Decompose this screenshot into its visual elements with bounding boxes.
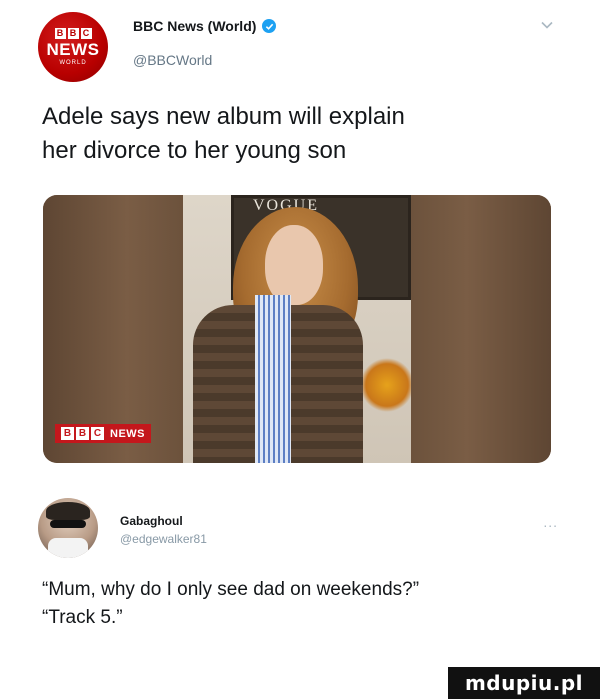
bbc-logo-blocks: B B C xyxy=(54,28,92,39)
watermark-text: mdupiu.pl xyxy=(464,671,584,695)
bbc-logo-block: C xyxy=(80,28,92,39)
avatar-collar xyxy=(48,538,88,558)
reply-avatar[interactable] xyxy=(38,498,98,558)
tweet-text-line: her divorce to her young son xyxy=(42,137,347,164)
blurred-side-panel xyxy=(43,195,183,463)
bbc-logo-block: B xyxy=(67,28,79,39)
watermark-logo: mdupiu.pl xyxy=(448,667,600,699)
badge-label: NEWS xyxy=(110,427,145,440)
avatar-hair xyxy=(46,502,90,520)
striped-shirt-shape xyxy=(255,295,291,463)
adele-photo: VOGUE xyxy=(183,195,411,463)
reply-text-line: “Mum, why do I only see dad on weekends?… xyxy=(42,579,420,600)
face-shape xyxy=(265,225,323,305)
chevron-down-icon[interactable] xyxy=(540,18,554,32)
reply-header: Gabaghoul @edgewalker81 ... xyxy=(38,498,562,562)
more-icon[interactable]: ... xyxy=(543,514,558,530)
avatar-news-word: NEWS xyxy=(46,40,100,59)
tweet-text: Adele says new album will explain her di… xyxy=(42,100,562,168)
avatar-world-word: WORLD xyxy=(59,60,87,66)
badge-logo-block: B xyxy=(76,427,89,440)
tweet-media-image[interactable]: VOGUE B B C NEWS xyxy=(43,195,551,463)
bbc-news-badge: B B C NEWS xyxy=(55,424,151,443)
author-display-name[interactable]: BBC News (World) xyxy=(133,18,256,34)
author-name-row: BBC News (World) xyxy=(133,18,277,34)
reply-text: “Mum, why do I only see dad on weekends?… xyxy=(42,576,582,632)
reply-text-line: “Track 5.” xyxy=(42,607,123,628)
avatar-sunglasses xyxy=(50,520,86,528)
bbc-news-avatar[interactable]: B B C NEWS WORLD xyxy=(38,12,108,82)
tweet-header: B B C NEWS WORLD BBC News (World) @BBCWo… xyxy=(38,12,558,82)
tweet-text-line: Adele says new album will explain xyxy=(42,103,405,130)
reply-display-name[interactable]: Gabaghoul xyxy=(120,514,183,528)
badge-logo-block: B xyxy=(61,427,74,440)
blurred-side-panel xyxy=(411,195,551,463)
author-handle[interactable]: @BBCWorld xyxy=(133,52,212,68)
reply-handle[interactable]: @edgewalker81 xyxy=(120,532,207,546)
flowers-decoration xyxy=(363,355,411,415)
bbc-logo-block: B xyxy=(54,28,66,39)
verified-check-icon xyxy=(262,19,277,33)
badge-logo-block: C xyxy=(91,427,104,440)
